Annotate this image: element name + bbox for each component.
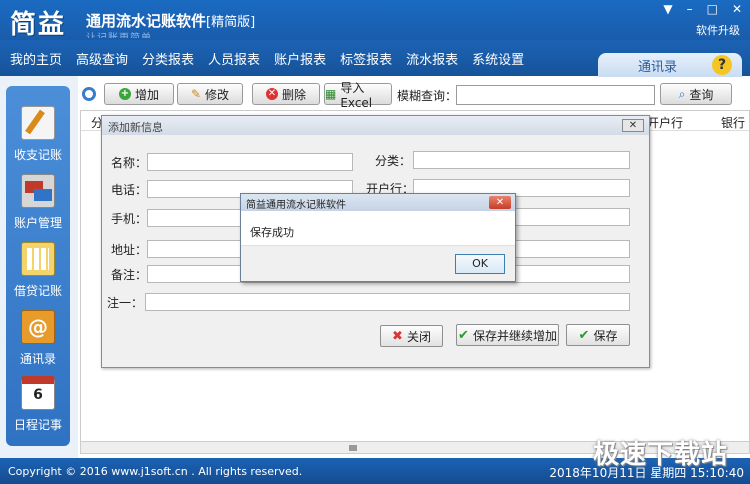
app-logo: 简益 xyxy=(10,10,67,40)
app-title: 通用流水记账软件[精简版] xyxy=(86,10,255,31)
upgrade-link[interactable]: 软件升级 xyxy=(696,22,740,38)
sidebar-item-loans[interactable]: 借贷记账 xyxy=(6,242,70,299)
sidebar-item-accounts[interactable]: 账户管理 xyxy=(6,174,70,231)
bank-card-icon xyxy=(21,174,55,208)
message-footer: OK xyxy=(241,245,515,281)
name-field[interactable] xyxy=(147,153,353,171)
edit-pen-icon xyxy=(21,106,55,140)
delete-icon: ✕ xyxy=(265,88,278,100)
app-title-text: 通用流水记账软件 xyxy=(86,12,207,30)
edit-button[interactable]: ✎ 修改 xyxy=(177,83,243,105)
message-text: 保存成功 xyxy=(250,226,294,239)
copyright-text: Copyright © 2016 www.j1soft.cn . All rig… xyxy=(8,465,303,478)
query-button[interactable]: ⌕ 查询 xyxy=(660,83,732,105)
dialog-title: 添加新信息 xyxy=(102,116,649,135)
minimize-button[interactable]: – xyxy=(687,2,693,16)
dialog-close-button[interactable]: ✕ xyxy=(622,119,644,132)
fuzzy-search-label: 模糊查询： xyxy=(397,89,458,103)
help-icon[interactable]: ? xyxy=(712,55,732,75)
name-label: 名称： xyxy=(111,156,148,170)
phone-label: 电话： xyxy=(111,183,148,197)
sidebar-item-label: 账户管理 xyxy=(13,216,62,230)
ok-button[interactable]: OK xyxy=(455,254,505,274)
close-window-button[interactable]: ✕ xyxy=(732,2,742,16)
app-edition: [精简版] xyxy=(206,15,256,30)
title-banner: 简益 通用流水记账软件[精简版] 让记账更简单 ▼ – □ ✕ 软件升级 xyxy=(0,0,750,40)
scrollbar-thumb[interactable] xyxy=(349,445,357,451)
pencil-icon: ✎ xyxy=(190,87,202,101)
check-icon: ✔ xyxy=(458,327,469,343)
sidebar-item-label: 收支记账 xyxy=(13,148,62,162)
calculator-icon xyxy=(21,242,55,276)
category-label: 分类： xyxy=(375,154,412,168)
close-button[interactable]: ✖ 关闭 xyxy=(380,325,443,347)
calendar-icon: 6 xyxy=(21,376,55,410)
menu-advanced-query[interactable]: 高级查询 xyxy=(76,49,128,68)
remark-label: 备注： xyxy=(111,268,148,282)
message-box-title: 简益通用流水记账软件 xyxy=(241,194,515,211)
close-x-icon: ✖ xyxy=(392,328,403,344)
app-slogan: 让记账更简单 xyxy=(86,29,152,38)
menu-home[interactable]: 我的主页 xyxy=(10,49,62,68)
fuzzy-search-input[interactable] xyxy=(456,85,655,105)
toolbar: + 增加 ✎ 修改 ✕ 删除 ▦ 导入Excel 模糊查询： ⌕ 查询 xyxy=(78,80,750,110)
window-controls: ▼ – □ ✕ xyxy=(663,2,742,16)
menu-account-report[interactable]: 账户报表 xyxy=(274,49,326,68)
maximize-button[interactable]: □ xyxy=(707,2,718,16)
menu-tag-report[interactable]: 标签报表 xyxy=(340,49,392,68)
menu-person-report[interactable]: 人员报表 xyxy=(208,49,260,68)
delete-button[interactable]: ✕ 删除 xyxy=(252,83,320,105)
sidebar-item-income-expense[interactable]: 收支记账 xyxy=(6,106,70,163)
column-header[interactable]: 开户行 xyxy=(647,114,683,131)
address-label: 地址： xyxy=(111,243,148,257)
save-button[interactable]: ✔ 保存 xyxy=(566,324,630,346)
menu-settings[interactable]: 系统设置 xyxy=(472,49,524,68)
check-icon: ✔ xyxy=(578,327,590,343)
add-button[interactable]: + 增加 xyxy=(104,83,174,105)
sidebar-item-address-book[interactable]: @ 通讯录 xyxy=(6,310,70,367)
sidebar-item-schedule[interactable]: 6 日程记事 xyxy=(6,376,70,433)
import-excel-button[interactable]: ▦ 导入Excel xyxy=(324,81,392,110)
message-close-icon[interactable]: ✕ xyxy=(489,196,511,209)
sidebar-item-label: 日程记事 xyxy=(13,418,62,432)
menu-flow-report[interactable]: 流水报表 xyxy=(406,49,458,68)
category-field[interactable] xyxy=(413,151,630,169)
column-header[interactable]: 银行 xyxy=(721,114,745,131)
sidebar: 收支记账 账户管理 借贷记账 @ 通讯录 6 日程记事 xyxy=(6,86,70,446)
sidebar-item-label: 借贷记账 xyxy=(13,284,62,298)
window-menu-button[interactable]: ▼ xyxy=(663,2,672,16)
plus-icon: + xyxy=(118,88,131,100)
mobile-label: 手机： xyxy=(111,212,148,226)
message-box: 简益通用流水记账软件 ✕ 保存成功 OK xyxy=(240,193,516,282)
save-continue-button[interactable]: ✔ 保存并继续增加 xyxy=(456,324,559,346)
note1-field[interactable] xyxy=(145,293,630,311)
address-book-icon: @ xyxy=(21,310,55,344)
menu-category-report[interactable]: 分类报表 xyxy=(142,49,194,68)
watermark-text: 极速下载站 xyxy=(592,440,728,470)
sidebar-item-label: 通讯录 xyxy=(19,352,56,366)
gear-icon[interactable] xyxy=(82,87,96,101)
note1-label: 注一： xyxy=(107,296,144,310)
search-icon: ⌕ xyxy=(678,86,686,101)
excel-icon: ▦ xyxy=(325,87,337,101)
